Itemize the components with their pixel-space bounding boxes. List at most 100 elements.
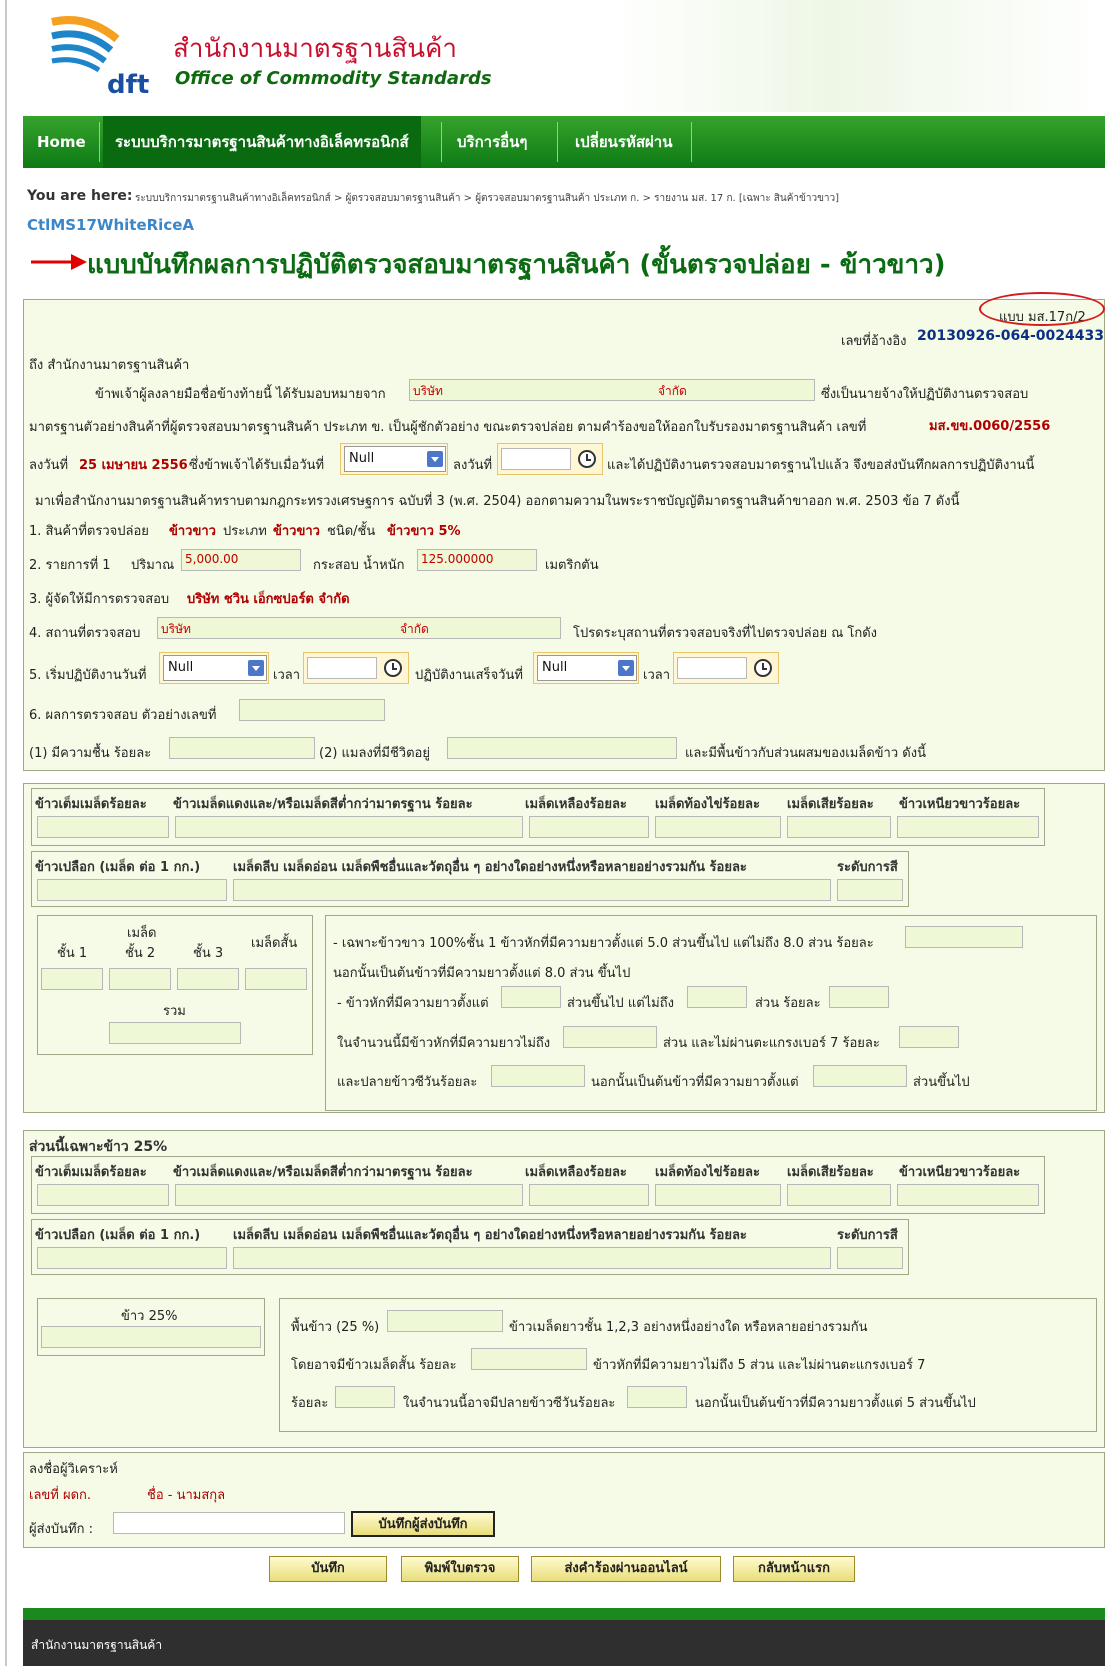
yellow-kernel-input[interactable] <box>529 816 649 838</box>
end-date-label: ปฏิบัติงานเสร็จวันที่ <box>415 668 523 683</box>
b-glutinous-input[interactable] <box>897 1184 1039 1206</box>
save-sender-button[interactable]: บันทึกผู้ส่งบันทึก <box>351 1511 495 1537</box>
para3-date-label: ลงวันที่ <box>29 458 69 473</box>
start-time-input[interactable] <box>307 657 377 679</box>
col-yellow-kernel: เมล็ดเหลืองร้อยละ <box>525 797 627 812</box>
chevron-down-icon <box>618 660 634 676</box>
company-field[interactable]: บริษัท จำกัด <box>409 379 815 401</box>
back-home-button[interactable]: กลับหน้าแรก <box>733 1556 855 1582</box>
received-date-select[interactable]: Null <box>344 446 446 472</box>
para1-tail: ซึ่งเป็นนายจ้างให้ปฏิบัติงานตรวจสอบ <box>821 387 1029 402</box>
broken-short-input[interactable] <box>563 1026 657 1048</box>
end-date-select[interactable]: Null <box>537 655 637 681</box>
rice25-short-input[interactable] <box>471 1348 587 1370</box>
insects-input[interactable] <box>447 737 677 759</box>
item2-weight-label: กระสอบ น้ำหนัก <box>313 558 405 573</box>
b-chalky-kernel-input[interactable] <box>655 1184 781 1206</box>
broken-rule-5c: ส่วนขึ้นไป <box>913 1075 970 1090</box>
sample-number-input[interactable] <box>239 699 385 721</box>
weight-input[interactable]: 125.000000 <box>417 549 537 571</box>
b-milling-degree-input[interactable] <box>837 1247 903 1269</box>
item4-label: 4. สถานที่ตรวจสอบ <box>29 626 141 641</box>
item1-type-label: ประเภท <box>223 524 267 539</box>
b-col-whole-kernel: ข้าวเต็มเมล็ดร้อยละ <box>35 1165 147 1180</box>
org-name-english: Office of Commodity Standards <box>175 68 492 89</box>
analyst-number-label: เลขที่ ผดก. <box>29 1488 92 1503</box>
rice25-base-input[interactable] <box>387 1310 503 1332</box>
nav-e-services[interactable]: ระบบบริการมาตรฐานสินค้าทางอิเล็คทรอนิกส์ <box>103 116 421 168</box>
b-whole-kernel-input[interactable] <box>37 1184 169 1206</box>
chalky-kernel-input[interactable] <box>655 816 781 838</box>
item1-type: ข้าวขาว <box>273 524 320 539</box>
grade-2-label: ชั้น 2 <box>125 946 156 961</box>
col-damaged-kernel: เมล็ดเสียร้อยละ <box>787 797 874 812</box>
grade-3-input[interactable] <box>177 968 239 990</box>
grade-1-label: ชั้น 1 <box>57 946 88 961</box>
item3-value: บริษัท ชวิน เอ็กซปอร์ต จำกัด <box>187 592 350 607</box>
b-paddy-input[interactable] <box>37 1247 227 1269</box>
paddy-input[interactable] <box>37 879 227 901</box>
submit-online-button[interactable]: ส่งคำร้องผ่านออนไลน์ <box>531 1556 721 1582</box>
insects-label: (2) แมลงที่มีชีวิตอยู่ <box>319 746 430 761</box>
end-time-input[interactable] <box>677 657 747 679</box>
red-kernel-input[interactable] <box>175 816 523 838</box>
b-foreign-matter-input[interactable] <box>233 1247 831 1269</box>
b-yellow-kernel-input[interactable] <box>529 1184 649 1206</box>
section-b-title: ส่วนนี้เฉพาะข้าว 25% <box>29 1139 168 1155</box>
sender-label: ผู้ส่งบันทึก : <box>29 1522 93 1537</box>
sieve7-input[interactable] <box>899 1026 959 1048</box>
broken-percent-input[interactable] <box>829 986 889 1008</box>
broken-from-input[interactable] <box>501 986 561 1008</box>
sender-input[interactable] <box>113 1512 345 1534</box>
b-damaged-kernel-input[interactable] <box>787 1184 891 1206</box>
b-col-red-kernel: ข้าวเมล็ดแดงและ/หรือเมล็ดสีต่ำกว่ามาตรฐา… <box>173 1165 473 1180</box>
para4: มาเพื่อสำนักงานมาตรฐานสินค้าทราบตามกฎกระ… <box>35 494 960 509</box>
rice25-broken-input[interactable] <box>335 1386 395 1408</box>
glutinous-input[interactable] <box>897 816 1039 838</box>
foreign-matter-label: เมล็ดลีบ เมล็ดอ่อน เมล็ดพืชอื่นและวัตถุอ… <box>233 860 747 875</box>
rice25-c1-input[interactable] <box>627 1386 687 1408</box>
broken-1-input[interactable] <box>905 926 1023 948</box>
foreign-matter-input[interactable] <box>233 879 831 901</box>
b-red-kernel-input[interactable] <box>175 1184 523 1206</box>
start-date-select[interactable]: Null <box>163 655 267 681</box>
breadcrumb-label: You are here: <box>27 188 133 204</box>
head-rice-length-input[interactable] <box>813 1065 907 1087</box>
total-input[interactable] <box>109 1022 241 1044</box>
item6-label: 6. ผลการตรวจสอบ ตัวอย่างเลขที่ <box>29 708 217 723</box>
quantity-input[interactable]: 5,000.00 <box>181 549 301 571</box>
total-label: รวม <box>163 1004 186 1019</box>
form-number-highlight <box>979 292 1105 326</box>
header: dft สำนักงานมาตรฐานสินค้า Office of Comm… <box>7 0 1105 112</box>
c1-brokens-input[interactable] <box>491 1065 585 1087</box>
moisture-input[interactable] <box>169 737 315 759</box>
item1-grade: ข้าวขาว 5% <box>387 524 461 539</box>
clock-icon[interactable] <box>754 659 772 677</box>
broken-rule-3b: ส่วนขึ้นไป แต่ไม่ถึง <box>567 996 674 1011</box>
nav-other-services[interactable]: บริการอื่นๆ <box>445 116 539 168</box>
print-button[interactable]: พิมพ์ใบตรวจ <box>401 1556 519 1582</box>
rice25-input[interactable] <box>41 1326 261 1348</box>
moisture-label: (1) มีความชื้น ร้อยละ <box>29 746 152 761</box>
clock-icon[interactable] <box>384 659 402 677</box>
grade-2-input[interactable] <box>109 968 171 990</box>
end-time-wrap <box>673 652 779 684</box>
broken-to-input[interactable] <box>687 986 747 1008</box>
location-field[interactable]: บริษัท จำกัด <box>157 617 561 639</box>
item2-label: 2. รายการที่ 1 <box>29 558 111 573</box>
damaged-kernel-input[interactable] <box>787 816 891 838</box>
short-grain-input[interactable] <box>245 968 307 990</box>
clock-icon[interactable] <box>578 450 596 468</box>
nav-home[interactable]: Home <box>25 116 98 168</box>
rice25-rule-3b: ในจำนวนนี้อาจมีปลายข้าวซีวันร้อยละ <box>403 1396 616 1411</box>
grade-1-input[interactable] <box>41 968 103 990</box>
save-button[interactable]: บันทึก <box>269 1556 387 1582</box>
item3-label: 3. ผู้จัดให้มีการตรวจสอบ <box>29 592 170 607</box>
whole-kernel-input[interactable] <box>37 816 169 838</box>
nav-change-password[interactable]: เปลี่ยนรหัสผ่าน <box>563 116 684 168</box>
milling-degree-input[interactable] <box>837 879 903 901</box>
milling-degree-label: ระดับการสี <box>837 860 898 875</box>
dated-input[interactable] <box>501 448 571 470</box>
to-line: ถึง สำนักงานมาตรฐานสินค้า <box>29 358 190 373</box>
item1-grade-label: ชนิด/ชั้น <box>327 524 376 539</box>
